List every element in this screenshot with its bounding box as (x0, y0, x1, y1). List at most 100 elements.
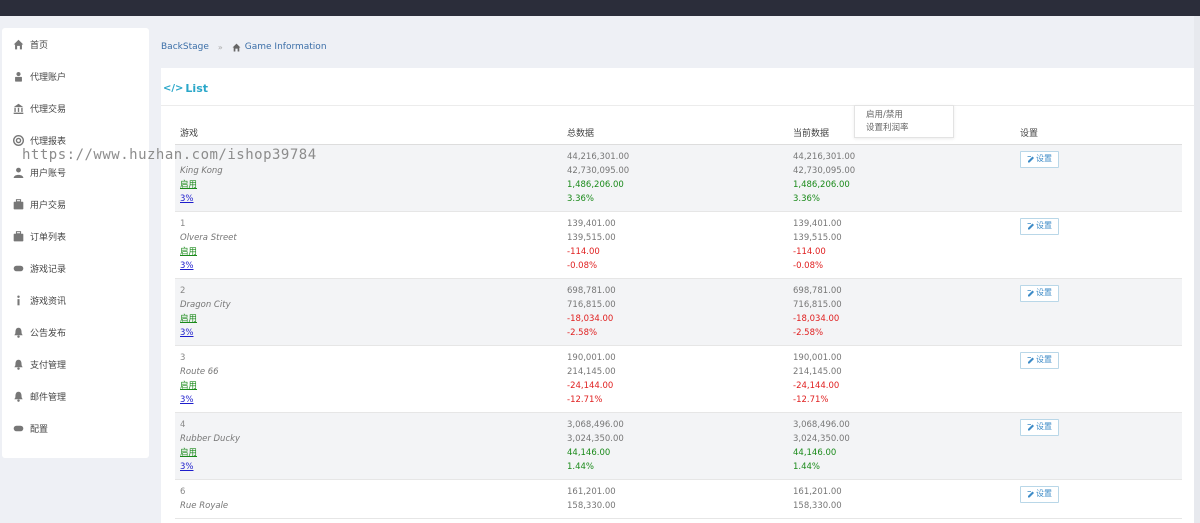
game-id: 2 (180, 285, 186, 296)
current-cell: 44,216,301.00 42,730,095.00 1,486,206.00 3.… (788, 144, 1015, 211)
game-name: Olvera Street (180, 232, 237, 243)
table-row: 3 Route 66 启用 3% 190,001.00 214,145.00 -24,144… (175, 345, 1182, 412)
current-played: 44,216,301.00 (793, 151, 856, 162)
top-bar (0, 0, 1200, 16)
current-profit: -24,144.00 (793, 380, 840, 391)
sidebar-item-5[interactable]: 用户交易 (2, 188, 149, 220)
scrollbar[interactable] (1194, 16, 1200, 523)
settings-button[interactable]: 设置 (1020, 284, 1059, 302)
sidebar-item-6[interactable]: 订单列表 (2, 220, 149, 252)
sidebar-item-9[interactable]: 公告发布 (2, 316, 149, 348)
settings-cell: 设置 (1015, 144, 1182, 211)
home-icon (232, 43, 241, 51)
total-profit: 44,146.00 (567, 447, 611, 458)
settings-button[interactable]: 设置 (1020, 418, 1059, 436)
current-cell: 3,068,496.00 3,024,350.00 44,146.00 1.44% (788, 412, 1015, 479)
game-status-link[interactable]: 启用 (180, 314, 197, 324)
settings-button[interactable]: 设置 (1020, 485, 1059, 503)
current-paid: 3,024,350.00 (793, 433, 850, 444)
game-rate-link[interactable]: 3% (180, 261, 194, 271)
sidebar-item-0[interactable]: 首页 (2, 28, 149, 60)
breadcrumb-separator: » (217, 42, 223, 52)
current-ratio: -12.71% (793, 394, 829, 405)
total-profit: 1,486,206.00 (567, 179, 624, 190)
settings-cell: 设置 (1015, 278, 1182, 345)
game-id: 4 (180, 419, 186, 430)
current-played: 190,001.00 (793, 352, 842, 363)
current-ratio: 3.36% (793, 193, 821, 204)
total-paid: 3,024,350.00 (567, 433, 624, 444)
game-rate-link[interactable]: 3% (180, 462, 194, 472)
current-profit: -18,034.00 (793, 313, 840, 324)
edit-icon (1027, 424, 1034, 431)
game-status-link[interactable]: 启用 (180, 247, 197, 257)
sidebar-item-1[interactable]: 代理账户 (2, 60, 149, 92)
current-cell: 698,781.00 716,815.00 -18,034.00 -2.58% (788, 278, 1015, 345)
settings-button-label: 设置 (1036, 422, 1052, 431)
current-played: 3,068,496.00 (793, 419, 850, 430)
current-cell: 161,201.00 158,330.00 (788, 479, 1015, 518)
code-icon: </> (163, 83, 184, 94)
settings-button-label: 设置 (1036, 355, 1052, 364)
sidebar-item-label: 用户交易 (30, 200, 67, 211)
panel-divider (161, 105, 1200, 106)
game-status-link[interactable]: 启用 (180, 180, 197, 190)
settings-button-label: 设置 (1036, 221, 1052, 230)
table-row: 2 Dragon City 启用 3% 698,781.00 716,815.00 -18,… (175, 278, 1182, 345)
sidebar-item-10[interactable]: 支付管理 (2, 348, 149, 380)
settings-button[interactable]: 设置 (1020, 217, 1059, 235)
game-status-link[interactable]: 启用 (180, 448, 197, 458)
edit-icon (1027, 156, 1034, 163)
total-ratio: -12.71% (567, 394, 603, 405)
total-played: 161,201.00 (567, 486, 616, 497)
current-played: 161,201.00 (793, 486, 842, 497)
current-cell: 139,401.00 139,515.00 -114.00 -0.08% (788, 211, 1015, 278)
game-rate-link[interactable]: 3% (180, 194, 194, 204)
dropdown-item-toggle[interactable]: 启用/禁用 (866, 109, 953, 122)
game-name: Rubber Ducky (180, 433, 241, 444)
sidebar-item-7[interactable]: 游戏记录 (2, 252, 149, 284)
settings-cell: 设置 (1015, 211, 1182, 278)
gamepad-icon (12, 262, 24, 274)
total-cell: 698,781.00 716,815.00 -18,034.00 -2.58% (562, 278, 788, 345)
current-profit: 1,486,206.00 (793, 179, 850, 190)
breadcrumb: BackStage » Game Information (161, 42, 327, 52)
panel-title: </> List (163, 82, 208, 95)
settings-cell: 设置 (1015, 412, 1182, 479)
total-played: 190,001.00 (567, 352, 616, 363)
game-rate-link[interactable]: 3% (180, 395, 194, 405)
bell-icon (12, 390, 24, 402)
total-played: 139,401.00 (567, 218, 616, 229)
edit-icon (1027, 357, 1034, 364)
current-profit: 44,146.00 (793, 447, 837, 458)
sidebar-item-label: 游戏记录 (30, 264, 67, 275)
current-ratio: 1.44% (793, 461, 821, 472)
breadcrumb-root[interactable]: BackStage (161, 42, 209, 52)
gamepad-icon (12, 422, 24, 434)
current-ratio: -2.58% (793, 327, 824, 338)
sidebar-item-12[interactable]: 配置 (2, 412, 149, 444)
sidebar-item-2[interactable]: 代理交易 (2, 92, 149, 124)
dropdown-item-profit-rate[interactable]: 设置利润率 (866, 122, 953, 135)
total-profit: -114.00 (567, 246, 600, 257)
col-header-total: 总数据 (562, 122, 788, 145)
settings-button[interactable]: 设置 (1020, 150, 1059, 168)
game-cell: 3 Route 66 启用 3% (175, 345, 562, 412)
sidebar-item-label: 首页 (30, 40, 49, 51)
lifebuoy-icon (12, 134, 24, 146)
settings-cell: 设置 (1015, 345, 1182, 412)
settings-button[interactable]: 设置 (1020, 351, 1059, 369)
total-ratio: -0.08% (567, 260, 598, 271)
sidebar-item-11[interactable]: 邮件管理 (2, 380, 149, 412)
sidebar-item-8[interactable]: 游戏资讯 (2, 284, 149, 316)
game-table: 游戏 总数据 当前数据 设置 ​King Kong启用3%44,216,301.… (175, 122, 1182, 519)
current-played: 139,401.00 (793, 218, 842, 229)
total-paid: 42,730,095.00 (567, 165, 630, 176)
game-status-link[interactable]: 启用 (180, 381, 197, 391)
sidebar-item-label: 游戏资讯 (30, 296, 67, 307)
settings-cell: 设置 (1015, 479, 1182, 518)
total-cell: 139,401.00 139,515.00 -114.00 -0.08% (562, 211, 788, 278)
game-rate-link[interactable]: 3% (180, 328, 194, 338)
bank-icon (12, 102, 24, 114)
game-cell: 4 Rubber Ducky 启用 3% (175, 412, 562, 479)
